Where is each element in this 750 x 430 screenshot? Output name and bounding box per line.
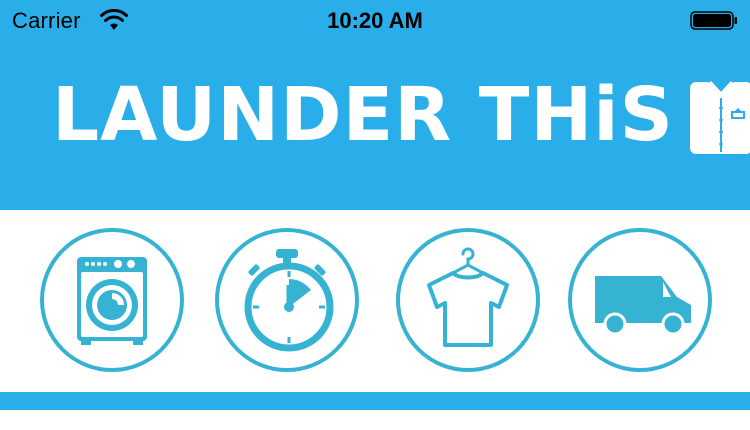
shirt-on-hanger-icon[interactable] [395,227,541,373]
stopwatch-icon[interactable] [214,227,360,373]
footer-area [0,410,750,430]
shirt-with-tie-icon [689,76,750,154]
status-bar: Carrier 10:20 AM [0,0,750,40]
app-logo: LAUNDER THiS [52,70,750,160]
washing-machine-icon[interactable] [39,227,185,373]
service-icons-row [0,210,750,392]
bottom-accent-bar [0,392,750,410]
app-header: Carrier 10:20 AM LAUNDER THiS [0,0,750,210]
delivery-van-icon[interactable] [567,227,713,373]
status-time: 10:20 AM [327,8,423,33]
logo-text: LAUNDER THiS [52,72,674,158]
battery-full-icon [690,11,737,30]
